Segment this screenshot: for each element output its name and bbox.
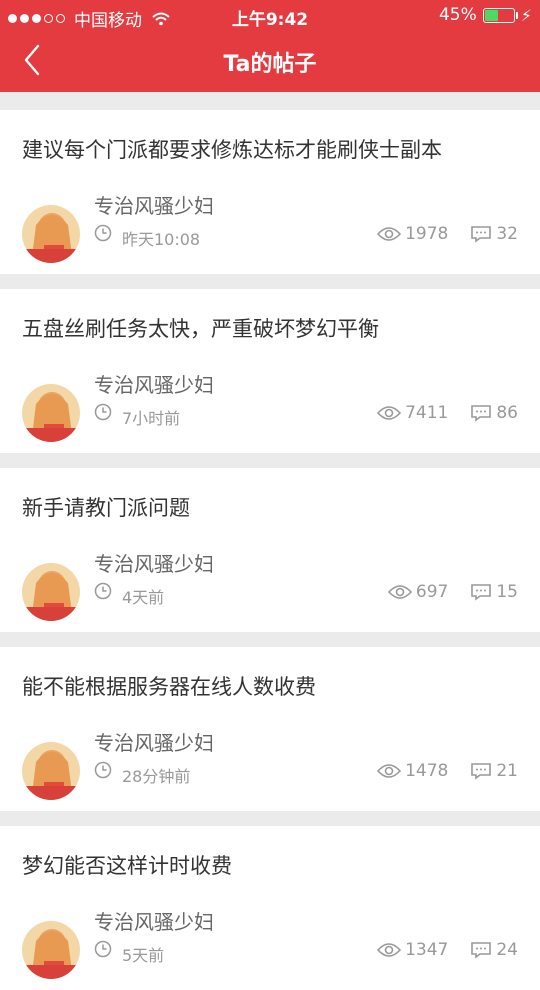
post-card[interactable]: 新手请教门派问题 专治风骚少妇 4天前 697 15 xyxy=(0,468,540,632)
clock-icon xyxy=(94,940,112,958)
clock-icon xyxy=(94,582,112,600)
avatar[interactable] xyxy=(22,563,80,621)
status-bar: 中国移动 上午9:42 45% ⚡ xyxy=(0,0,540,31)
post-time: 昨天10:08 xyxy=(122,230,201,249)
post-stats: 1978 32 xyxy=(377,224,518,244)
post-title[interactable]: 能不能根据服务器在线人数收费 xyxy=(22,671,316,701)
author-name[interactable]: 专治风骚少妇 xyxy=(94,190,214,219)
post-time: 5天前 xyxy=(122,946,165,965)
battery-indicator: 45% ⚡ xyxy=(439,5,532,25)
post-stats: 697 15 xyxy=(387,582,518,602)
author-name[interactable]: 专治风骚少妇 xyxy=(94,906,214,935)
battery-fill xyxy=(484,9,498,21)
post-title[interactable]: 梦幻能否这样计时收费 xyxy=(22,850,232,880)
view-count: 1347 xyxy=(405,940,449,960)
clock-icon xyxy=(94,403,112,421)
post-stats: 1347 24 xyxy=(377,940,518,960)
page-title: Ta的帖子 xyxy=(223,52,317,77)
eye-icon xyxy=(377,406,402,420)
author-name[interactable]: 专治风骚少妇 xyxy=(94,548,214,577)
comment-icon xyxy=(471,942,492,959)
battery-icon xyxy=(482,7,518,23)
eye-icon xyxy=(387,585,412,599)
comment-icon xyxy=(471,763,492,780)
view-count: 7411 xyxy=(405,403,449,423)
post-card[interactable]: 梦幻能否这样计时收费 专治风骚少妇 5天前 1347 24 xyxy=(0,826,540,990)
post-time: 4天前 xyxy=(122,588,165,607)
comment-count: 86 xyxy=(496,403,518,423)
post-stats: 1478 21 xyxy=(377,761,518,781)
view-count: 697 xyxy=(415,582,449,602)
author-name[interactable]: 专治风骚少妇 xyxy=(94,727,214,756)
avatar[interactable] xyxy=(22,205,80,263)
view-count: 1478 xyxy=(405,761,449,781)
comment-count: 32 xyxy=(496,224,518,244)
eye-icon xyxy=(377,764,402,778)
avatar[interactable] xyxy=(22,742,80,800)
post-card[interactable]: 能不能根据服务器在线人数收费 专治风骚少妇 28分钟前 1478 21 xyxy=(0,647,540,811)
post-time: 7小时前 xyxy=(122,409,181,428)
post-title[interactable]: 五盘丝刷任务太快，严重破坏梦幻平衡 xyxy=(22,313,379,343)
comment-count: 15 xyxy=(496,582,518,602)
clock-icon xyxy=(94,761,112,779)
eye-icon xyxy=(377,943,402,957)
charging-icon: ⚡ xyxy=(520,5,532,25)
comment-count: 21 xyxy=(496,761,518,781)
comment-icon xyxy=(471,226,492,243)
post-card[interactable]: 建议每个门派都要求修炼达标才能刷侠士副本 专治风骚少妇 昨天10:08 1978 xyxy=(0,110,540,274)
post-title[interactable]: 建议每个门派都要求修炼达标才能刷侠士副本 xyxy=(22,134,442,164)
comment-icon xyxy=(471,405,492,422)
clock-icon xyxy=(94,224,112,242)
app-header: 中国移动 上午9:42 45% ⚡ Ta的帖子 xyxy=(0,0,540,92)
nav-bar: Ta的帖子 xyxy=(0,30,540,92)
battery-percent: 45% xyxy=(438,5,477,25)
author-name[interactable]: 专治风骚少妇 xyxy=(94,369,214,398)
eye-icon xyxy=(377,227,402,241)
comment-count: 24 xyxy=(496,940,518,960)
post-card[interactable]: 五盘丝刷任务太快，严重破坏梦幻平衡 专治风骚少妇 7小时前 7411 86 xyxy=(0,289,540,453)
avatar[interactable] xyxy=(22,384,80,442)
view-count: 1978 xyxy=(405,224,449,244)
comment-icon xyxy=(471,584,492,601)
post-time: 28分钟前 xyxy=(122,767,191,786)
post-title[interactable]: 新手请教门派问题 xyxy=(22,492,190,522)
avatar[interactable] xyxy=(22,921,80,979)
post-stats: 7411 86 xyxy=(377,403,518,423)
